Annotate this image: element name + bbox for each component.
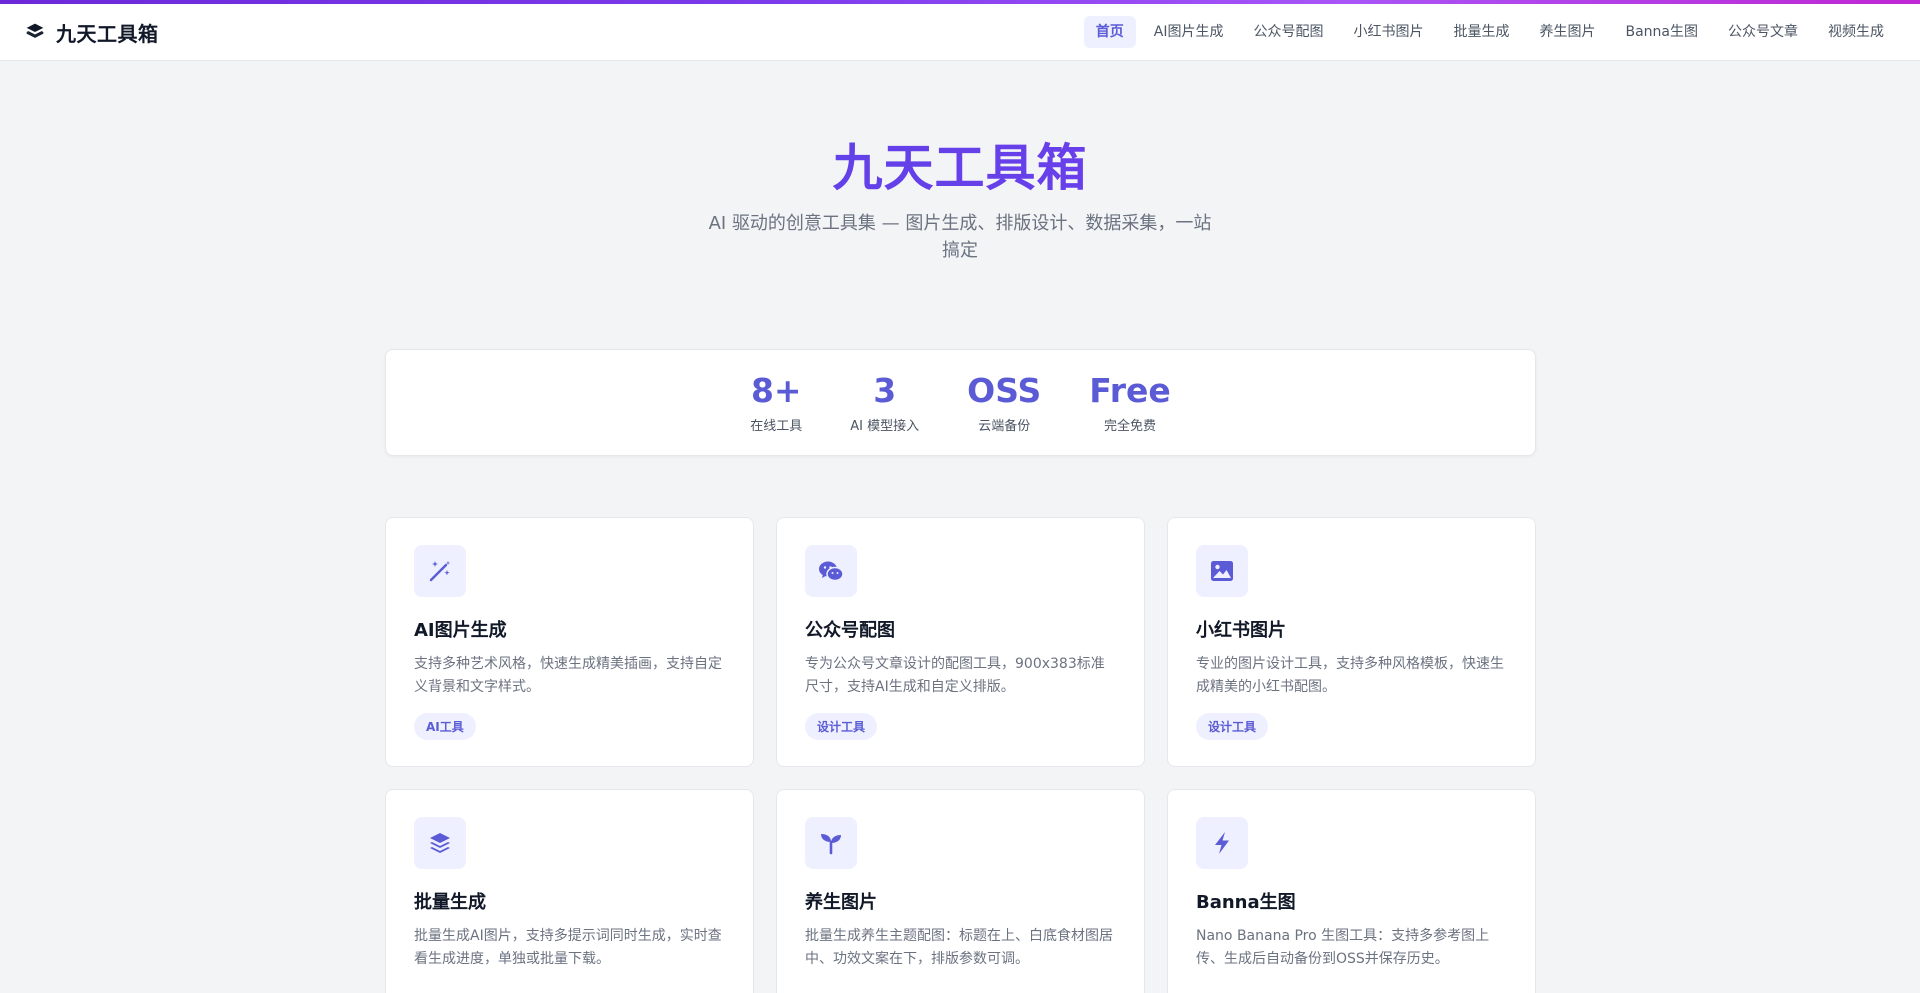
nav-item-banna[interactable]: Banna生图: [1613, 16, 1710, 48]
stat-value: OSS: [967, 371, 1042, 410]
stat-value: 8+: [750, 371, 802, 410]
card-title: 公众号配图: [805, 620, 895, 641]
hero-section: 九天工具箱 AI 驱动的创意工具集 — 图片生成、排版设计、数据采集，一站搞定: [0, 138, 1920, 264]
wechat-icon: [805, 545, 857, 597]
tool-card-health-image[interactable]: 养生图片 批量生成养生主题配图：标题在上、白底食材图居中、功效文案在下，排版参数…: [776, 789, 1145, 993]
tool-card-batch[interactable]: 批量生成 批量生成AI图片，支持多提示词同时生成，实时查看生成进度，单独或批量下…: [385, 789, 754, 993]
nav-item-health-image[interactable]: 养生图片: [1527, 16, 1607, 48]
layers-icon: [414, 817, 466, 869]
nav-item-home[interactable]: 首页: [1083, 16, 1136, 48]
layers-icon: [24, 21, 46, 43]
card-title: 小红书图片: [1196, 620, 1286, 641]
card-title: Banna生图: [1196, 892, 1296, 913]
image-icon: [1196, 545, 1248, 597]
tool-cards-grid: AI图片生成 支持多种艺术风格，快速生成精美插画，支持自定义背景和文字样式。 A…: [385, 517, 1536, 993]
stat-free: Free 完全免费: [1065, 371, 1194, 434]
nav-item-wechat-image[interactable]: 公众号配图: [1241, 16, 1335, 48]
tool-card-ai-image[interactable]: AI图片生成 支持多种艺术风格，快速生成精美插画，支持自定义背景和文字样式。 A…: [385, 517, 754, 767]
card-tag: 设计工具: [805, 713, 878, 740]
tool-card-wechat-image[interactable]: 公众号配图 专为公众号文章设计的配图工具，900x383标准尺寸，支持AI生成和…: [776, 517, 1145, 767]
card-tag: AI工具: [414, 713, 476, 740]
stat-label: AI 模型接入: [850, 419, 920, 434]
tool-card-xiaohongshu[interactable]: 小红书图片 专业的图片设计工具，支持多种风格模板，快速生成精美的小红书配图。 设…: [1167, 517, 1536, 767]
nav-item-batch[interactable]: 批量生成: [1441, 16, 1521, 48]
card-description: Nano Banana Pro 生图工具：支持多参考图上传、生成后自动备份到OS…: [1196, 928, 1490, 967]
card-title: 养生图片: [805, 892, 877, 913]
stat-label: 云端备份: [978, 419, 1031, 434]
hero-subtitle: AI 驱动的创意工具集 — 图片生成、排版设计、数据采集，一站搞定: [708, 213, 1212, 261]
seedling-icon: [805, 817, 857, 869]
stat-label: 在线工具: [750, 419, 803, 434]
card-description: 批量生成养生主题配图：标题在上、白底食材图居中、功效文案在下，排版参数可调。: [805, 928, 1113, 967]
hero-title: 九天工具箱: [0, 138, 1920, 198]
bolt-icon: [1196, 817, 1248, 869]
stat-label: 完全免费: [1103, 419, 1156, 434]
stat-value: 3: [873, 371, 897, 410]
stat-models: 3 AI 模型接入: [826, 371, 943, 434]
card-description: 支持多种艺术风格，快速生成精美插画，支持自定义背景和文字样式。: [414, 656, 722, 695]
card-description: 专为公众号文章设计的配图工具，900x383标准尺寸，支持AI生成和自定义排版。: [805, 656, 1105, 695]
stat-value: Free: [1089, 371, 1171, 410]
stat-oss: OSS 云端备份: [943, 371, 1065, 434]
magic-wand-icon: [414, 545, 466, 597]
card-title: AI图片生成: [414, 620, 507, 641]
nav-item-wechat-article[interactable]: 公众号文章: [1716, 16, 1810, 48]
main-nav: 首页 AI图片生成 公众号配图 小红书图片 批量生成 养生图片 Banna生图 …: [1083, 16, 1896, 48]
top-nav-bar: 九天工具箱 首页 AI图片生成 公众号配图 小红书图片 批量生成 养生图片 Ba…: [0, 4, 1920, 61]
brand[interactable]: 九天工具箱: [24, 18, 159, 47]
stats-panel: 8+ 在线工具 3 AI 模型接入 OSS 云端备份 Free 完全免费: [385, 349, 1536, 456]
nav-item-video[interactable]: 视频生成: [1816, 16, 1896, 48]
card-description: 批量生成AI图片，支持多提示词同时生成，实时查看生成进度，单独或批量下载。: [414, 928, 722, 967]
card-title: 批量生成: [414, 892, 486, 913]
stat-tools: 8+ 在线工具: [726, 371, 826, 434]
nav-item-xiaohongshu[interactable]: 小红书图片: [1341, 16, 1435, 48]
tool-card-banna[interactable]: Banna生图 Nano Banana Pro 生图工具：支持多参考图上传、生成…: [1167, 789, 1536, 993]
nav-item-ai-image[interactable]: AI图片生成: [1142, 16, 1236, 48]
card-description: 专业的图片设计工具，支持多种风格模板，快速生成精美的小红书配图。: [1196, 656, 1504, 695]
card-tag: 设计工具: [1196, 713, 1269, 740]
brand-title: 九天工具箱: [56, 21, 159, 46]
